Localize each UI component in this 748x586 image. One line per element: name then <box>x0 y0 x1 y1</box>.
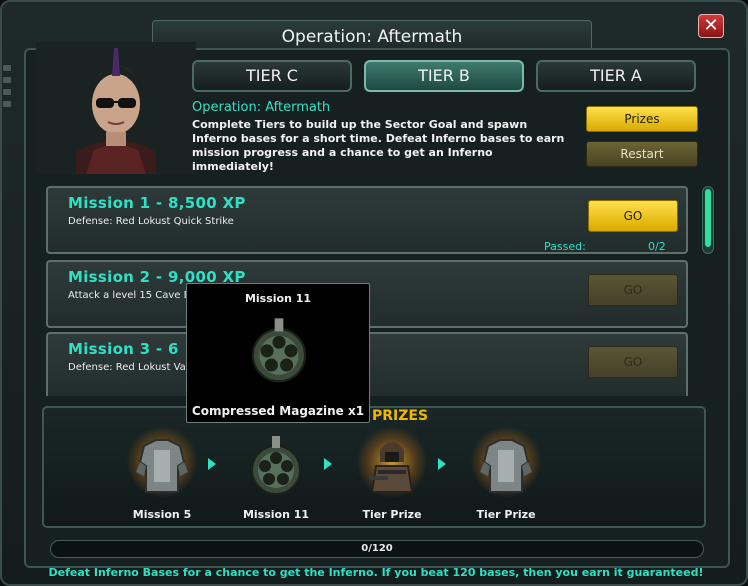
tooltip-label: Compressed Magazine x1 <box>191 404 365 418</box>
operation-window: Operation: Aftermath ✕ TIER C TIER B TIE… <box>0 0 748 586</box>
tab-tier-a[interactable]: TIER A <box>536 60 696 92</box>
prize-tooltip: Mission 11 Compressed Magazine x1 <box>186 283 370 423</box>
mission-title: Mission 1 - 8,500 XP <box>68 194 246 212</box>
progress-text: 0/120 <box>361 543 393 554</box>
commander-avatar <box>36 42 196 174</box>
go-button[interactable]: GO <box>588 200 678 232</box>
mission-card: Mission 1 - 8,500 XP Defense: Red Lokust… <box>46 186 688 254</box>
prizes-heading: PRIZES <box>372 408 429 424</box>
prize-item[interactable]: Mission 5 <box>112 426 212 526</box>
prize-label: Mission 11 <box>242 508 310 521</box>
operation-title: Operation: Aftermath <box>192 100 331 115</box>
chevron-right-icon <box>208 458 216 470</box>
scrollbar-thumb[interactable] <box>705 189 711 247</box>
prize-item[interactable]: Tier Prize <box>342 426 442 526</box>
prize-label: Mission 5 <box>132 508 192 521</box>
operation-description: Complete Tiers to build up the Sector Go… <box>192 118 565 173</box>
mission-subtitle: Defense: Red Lokust Va <box>68 362 186 373</box>
prize-item[interactable]: Mission 11 <box>226 426 326 526</box>
tab-tier-b[interactable]: TIER B <box>364 60 524 92</box>
chevron-right-icon <box>324 458 332 470</box>
mission-scrollbar[interactable] <box>702 186 714 254</box>
side-hinges <box>2 64 16 124</box>
passed-value: 0/2 <box>648 240 666 253</box>
go-button[interactable]: GO <box>588 346 678 378</box>
armor-icon <box>136 439 188 493</box>
tab-tier-c[interactable]: TIER C <box>192 60 352 92</box>
tooltip-title: Mission 11 <box>244 292 312 305</box>
magazine-icon <box>251 318 307 383</box>
armor-icon <box>480 439 532 493</box>
prize-label: Tier Prize <box>476 508 536 521</box>
passed-label: Passed: <box>544 240 586 253</box>
soldier-icon <box>370 442 414 493</box>
restart-button[interactable]: Restart <box>586 141 698 167</box>
chevron-right-icon <box>438 458 446 470</box>
tier-tabs: TIER C TIER B TIER A <box>192 60 732 92</box>
mission-subtitle: Attack a level 15 Cave B <box>68 290 191 301</box>
goal-progress-bar: 0/120 <box>50 540 704 558</box>
footer-hint: Defeat Inferno Bases for a chance to get… <box>48 566 704 579</box>
go-button[interactable]: GO <box>588 274 678 306</box>
prize-item[interactable]: Tier Prize <box>456 426 556 526</box>
close-button[interactable]: ✕ <box>698 14 724 38</box>
prizes-button[interactable]: Prizes <box>586 106 698 132</box>
magazine-icon <box>251 436 301 495</box>
mission-title: Mission 3 - 6 <box>68 340 179 358</box>
mission-subtitle: Defense: Red Lokust Quick Strike <box>68 216 234 227</box>
prize-label: Tier Prize <box>362 508 422 521</box>
